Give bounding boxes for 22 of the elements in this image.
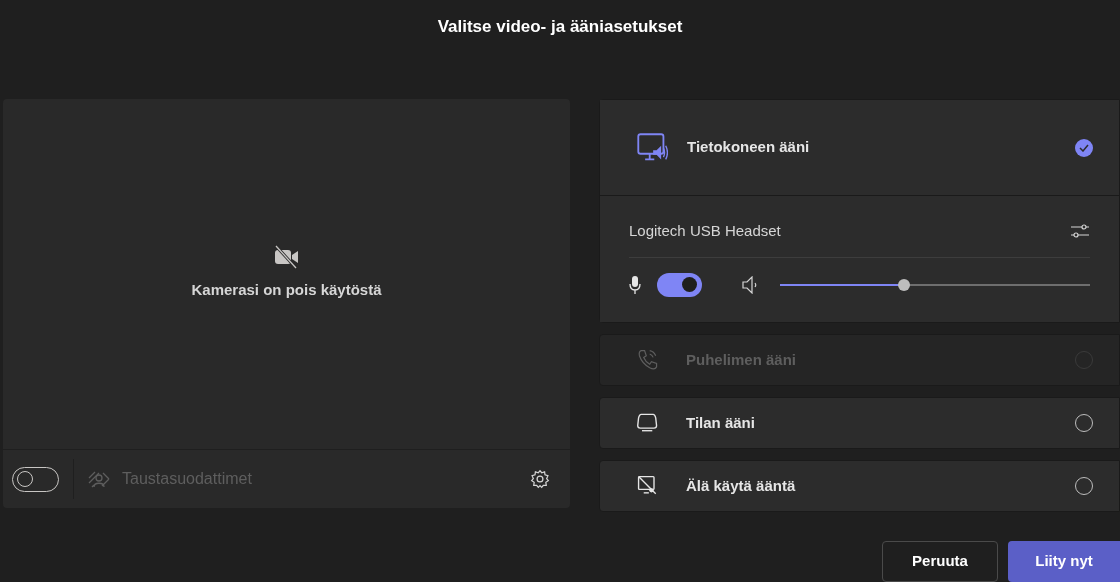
audio-option[interactable]: Tilan ääni: [600, 398, 1119, 448]
camera-off-message: Kamerasi on pois käytöstä: [191, 280, 382, 300]
device-name: Logitech USB Headset: [629, 221, 781, 241]
audio-option-label: Tilan ääni: [686, 412, 756, 433]
settings-icon[interactable]: [530, 469, 550, 489]
phone-icon: [636, 348, 660, 372]
radio-indicator[interactable]: [1075, 138, 1093, 157]
audio-option-label: Puhelimen ääni: [686, 349, 798, 370]
dialog-title: Valitse video- ja ääniasetukset: [437, 16, 683, 38]
volume-slider[interactable]: [780, 278, 1090, 291]
checkmark-icon: [1079, 143, 1089, 152]
audio-option-label: Älä käytä ääntä: [686, 475, 797, 496]
join-button[interactable]: Liity nyt: [1008, 541, 1120, 582]
speaker-icon: [742, 275, 758, 294]
background-filter-icon: [88, 470, 110, 488]
microphone-icon: [629, 274, 641, 295]
cancel-button[interactable]: Peruuta: [882, 541, 998, 582]
audio-option-label: Tietokoneen ääni: [687, 137, 811, 158]
camera-off-icon: [273, 245, 300, 269]
audio-option[interactable]: Älä käytä ääntä: [600, 461, 1119, 511]
microphone-toggle[interactable]: [657, 272, 702, 297]
device-settings-icon[interactable]: [1070, 222, 1090, 241]
